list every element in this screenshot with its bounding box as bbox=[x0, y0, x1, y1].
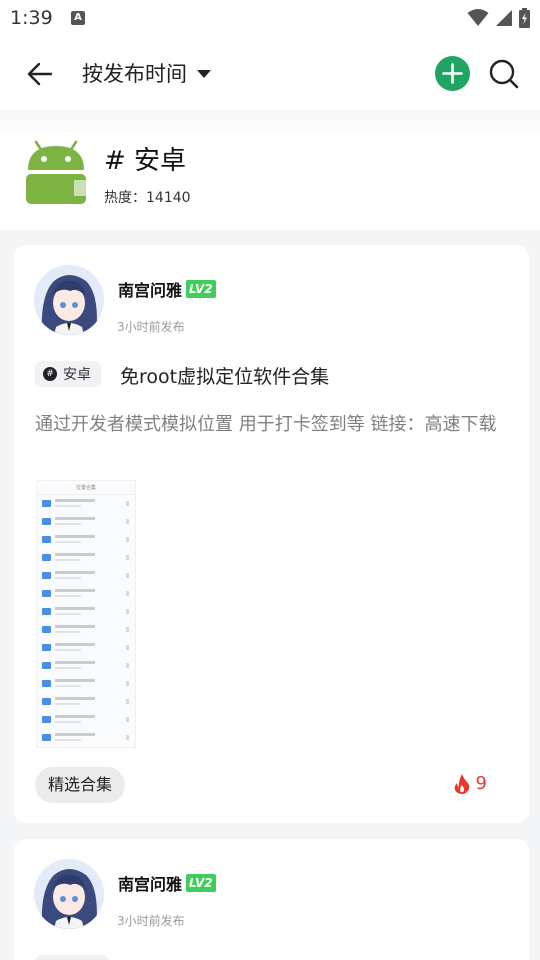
wifi-icon bbox=[467, 9, 489, 26]
app-bar: 按发布时间 bbox=[0, 36, 540, 110]
author-name-row[interactable]: 南宫问雅 LV2 bbox=[118, 871, 216, 895]
thumb-file-row bbox=[37, 657, 135, 675]
notification-a-icon: A bbox=[71, 11, 85, 25]
topic-tag[interactable]: # 安卓 bbox=[35, 361, 101, 387]
thumb-file-row bbox=[37, 567, 135, 585]
topic-tag[interactable] bbox=[35, 955, 109, 960]
add-post-button[interactable] bbox=[435, 56, 470, 91]
thumb-file-row bbox=[37, 531, 135, 549]
author-avatar[interactable] bbox=[34, 859, 104, 929]
thumb-file-row bbox=[37, 675, 135, 693]
thumb-file-row bbox=[37, 621, 135, 639]
thumb-file-row bbox=[37, 585, 135, 603]
thumb-file-row bbox=[37, 639, 135, 657]
thumb-header: 位置合集 bbox=[37, 481, 135, 495]
level-badge: LV2 bbox=[186, 874, 216, 892]
anime-avatar-icon bbox=[34, 265, 104, 335]
sort-label: 按发布时间 bbox=[82, 62, 187, 86]
author-name: 南宫问雅 bbox=[118, 281, 183, 300]
system-icons bbox=[467, 8, 530, 28]
android-logo-icon bbox=[26, 140, 86, 204]
search-icon[interactable] bbox=[488, 58, 520, 90]
level-badge: LV2 bbox=[186, 280, 216, 298]
thumb-file-row bbox=[37, 711, 135, 729]
fire-icon bbox=[454, 773, 469, 794]
thumb-file-row bbox=[37, 729, 135, 747]
hot-count[interactable]: 9 bbox=[454, 773, 487, 794]
cell-signal-icon bbox=[496, 10, 512, 26]
sort-dropdown[interactable]: 按发布时间 bbox=[82, 58, 211, 88]
post-image[interactable]: 位置合集 bbox=[36, 480, 136, 748]
status-time: 1:39 bbox=[10, 7, 53, 29]
thumb-file-row bbox=[37, 549, 135, 567]
plus-icon bbox=[442, 63, 463, 84]
post-time: 3小时前发布 bbox=[117, 320, 185, 334]
post-body: 通过开发者模式模拟位置 用于打卡签到等 链接：高速下载 bbox=[35, 414, 497, 435]
thumb-file-row bbox=[37, 513, 135, 531]
author-avatar[interactable] bbox=[34, 265, 104, 335]
thumb-file-row bbox=[37, 495, 135, 513]
back-arrow-icon[interactable] bbox=[26, 60, 54, 88]
anime-avatar-icon bbox=[34, 859, 104, 929]
hot-count-value: 9 bbox=[475, 773, 487, 794]
topic-header: # 安卓 热度：14140 bbox=[0, 110, 540, 230]
author-name: 南宫问雅 bbox=[118, 875, 183, 894]
hashtag-icon: # bbox=[43, 367, 57, 381]
status-bar: 1:39 A bbox=[0, 0, 540, 36]
thumb-file-row bbox=[37, 693, 135, 711]
post-time: 3小时前发布 bbox=[117, 914, 185, 928]
topic-heat: 热度：14140 bbox=[104, 190, 191, 206]
post-card[interactable]: 南宫问雅 LV2 3小时前发布 # 安卓 免root虚拟定位软件合集 通过开发者… bbox=[14, 245, 529, 823]
post-card[interactable]: 南宫问雅 LV2 3小时前发布 bbox=[14, 839, 529, 960]
post-title: 免root虚拟定位软件合集 bbox=[120, 366, 330, 388]
battery-icon bbox=[519, 8, 530, 28]
caret-down-icon bbox=[197, 70, 211, 78]
topic-tag-label: 安卓 bbox=[63, 367, 91, 383]
collection-chip[interactable]: 精选合集 bbox=[35, 767, 126, 803]
author-name-row[interactable]: 南宫问雅 LV2 bbox=[118, 277, 216, 301]
thumb-file-row bbox=[37, 603, 135, 621]
topic-name: # 安卓 bbox=[104, 146, 187, 176]
